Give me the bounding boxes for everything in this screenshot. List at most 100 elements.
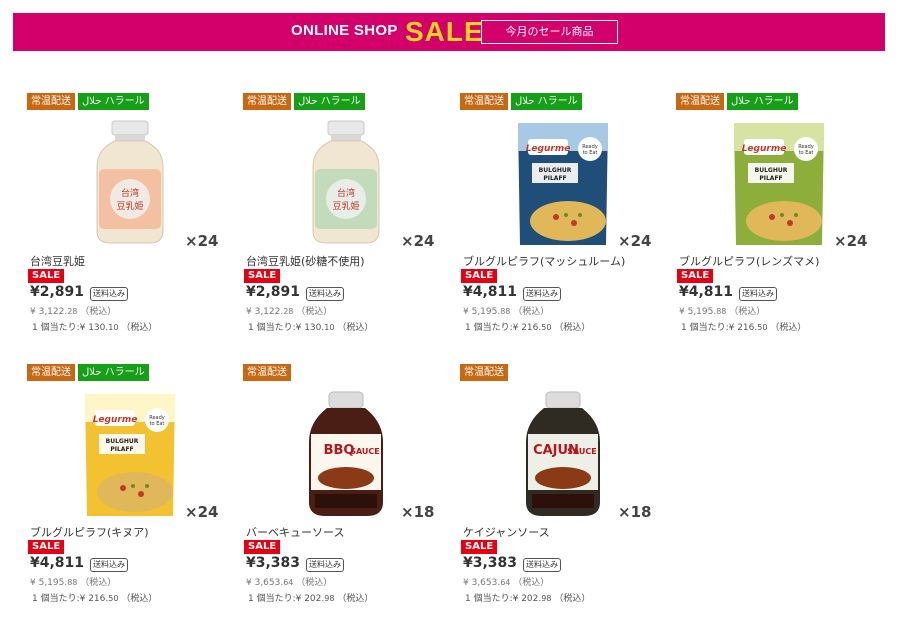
shipping-included-badge: 送料込み <box>523 558 561 572</box>
tax-included-label: （税込） <box>121 594 158 604</box>
online-shop-label: ONLINE SHOP <box>291 22 398 39</box>
product-tags: 常温配送 حلال ハラール <box>676 93 798 111</box>
svg-text:Legurme: Legurme <box>742 144 787 154</box>
quantity-label: ×18 <box>401 503 435 521</box>
product-card[interactable]: 常温配送 CAJUN SAUCE ×18 ケイジャンソース SALE ¥3,383 送料… <box>460 364 665 604</box>
product-name[interactable]: ブルグルピラフ(キヌア) <box>30 524 149 540</box>
tax-included-label: （税込） <box>729 307 766 317</box>
unit-price-decimal: 10 <box>108 323 119 332</box>
product-tags: 常温配送 <box>243 364 291 382</box>
product-card[interactable]: 常温配送 BBQ SAUCE ×18 バーベキューソース SALE ¥3,383 送料込… <box>243 364 448 604</box>
unit-price-main: 1 個当たり:¥ 216. <box>32 594 109 604</box>
sale-title: SALE <box>405 16 484 47</box>
product-image[interactable]: CAJUN SAUCE <box>508 390 618 520</box>
product-tags: 常温配送 حلال ハラール <box>27 93 149 111</box>
svg-text:PILAFF: PILAFF <box>759 175 782 182</box>
unit-price: 1 個当たり:¥ 202.98 （税込） <box>248 591 373 604</box>
room-temp-shipping-tag: 常温配送 <box>27 364 75 381</box>
product-image[interactable]: 台湾 豆乳姫 <box>291 119 401 249</box>
product-name[interactable]: ブルグルピラフ(マッシュルーム) <box>463 253 625 269</box>
svg-text:台湾: 台湾 <box>121 187 139 199</box>
product-tags: 常温配送 <box>460 364 508 382</box>
product-image[interactable]: BBQ SAUCE <box>291 390 401 520</box>
sale-badge: SALE <box>244 269 281 283</box>
unit-price: 1 個当たり:¥ 130.10 （税込） <box>32 320 157 333</box>
original-price-decimal: 64 <box>500 578 511 587</box>
unit-price-main: 1 個当たり:¥ 130. <box>248 323 325 333</box>
quantity-label: ×24 <box>618 232 652 250</box>
product-name[interactable]: ケイジャンソース <box>463 524 550 540</box>
product-tags: 常温配送 حلال ハラール <box>27 364 149 382</box>
original-price-main: ¥ 3,653. <box>463 578 501 588</box>
product-card[interactable]: 常温配送 حلال ハラール 台湾 豆乳姫 ×24 台湾豆乳姫(砂糖不使用) SALE… <box>243 93 448 333</box>
product-card[interactable]: 常温配送 حلال ハラール 台湾 豆乳姫 ×24 台湾豆乳姫 SALE ¥2,891 送… <box>27 93 232 333</box>
sale-price: ¥4,811 <box>679 284 734 300</box>
unit-price-decimal: 50 <box>541 323 552 332</box>
shipping-included-badge: 送料込み <box>523 287 561 301</box>
product-name[interactable]: ブルグルピラフ(レンズマメ) <box>679 253 819 269</box>
svg-text:豆乳姫: 豆乳姫 <box>332 200 359 212</box>
tax-included-label: （税込） <box>554 594 591 604</box>
svg-text:SAUCE: SAUCE <box>567 447 597 456</box>
sale-price: ¥2,891 <box>30 284 85 300</box>
product-name[interactable]: 台湾豆乳姫(砂糖不使用) <box>246 253 365 269</box>
sale-badge: SALE <box>28 269 65 283</box>
unit-price: 1 個当たり:¥ 216.50 （税込） <box>681 320 806 333</box>
product-tags: 常温配送 حلال ハラール <box>460 93 582 111</box>
original-price-decimal: 64 <box>283 578 294 587</box>
original-price: ¥ 3,653.64 （税込） <box>246 575 332 588</box>
original-price-main: ¥ 5,195. <box>679 307 717 317</box>
tax-included-label: （税込） <box>770 323 807 333</box>
halal-tag: حلال ハラール <box>78 364 149 381</box>
unit-price: 1 個当たり:¥ 130.10 （税込） <box>248 320 373 333</box>
original-price: ¥ 3,122.28 （税込） <box>30 304 116 317</box>
unit-price-decimal: 98 <box>324 594 335 603</box>
tax-included-label: （税込） <box>513 307 550 317</box>
monthly-sale-box[interactable]: 今月のセール商品 <box>481 20 618 44</box>
halal-tag: حلال ハラール <box>727 93 798 110</box>
product-card[interactable]: 常温配送 حلال ハラール Legurme Ready to Eat BULGH… <box>27 364 232 604</box>
room-temp-shipping-tag: 常温配送 <box>460 93 508 110</box>
quantity-label: ×24 <box>185 503 219 521</box>
sale-price: ¥4,811 <box>30 555 85 571</box>
unit-price-main: 1 個当たり:¥ 202. <box>248 594 325 604</box>
svg-text:to Eat: to Eat <box>583 150 598 156</box>
shipping-included-badge: 送料込み <box>739 287 777 301</box>
tax-included-label: （税込） <box>337 594 374 604</box>
product-image[interactable]: Legurme Ready to Eat BULGHUR PILAFF <box>508 119 618 249</box>
sale-badge: SALE <box>28 540 65 554</box>
svg-text:PILAFF: PILAFF <box>110 446 133 453</box>
original-price-decimal: 88 <box>500 307 511 316</box>
svg-text:Legurme: Legurme <box>93 415 138 425</box>
unit-price-decimal: 10 <box>324 323 335 332</box>
product-tags: 常温配送 حلال ハラール <box>243 93 365 111</box>
svg-text:SAUCE: SAUCE <box>350 447 380 456</box>
halal-tag: حلال ハラール <box>294 93 365 110</box>
svg-text:to Eat: to Eat <box>150 421 165 427</box>
sale-badge: SALE <box>461 269 498 283</box>
svg-text:to Eat: to Eat <box>799 150 814 156</box>
product-card[interactable]: 常温配送 حلال ハラール Legurme Ready to Eat BULGH… <box>460 93 665 333</box>
svg-text:PILAFF: PILAFF <box>543 175 566 182</box>
unit-price-decimal: 50 <box>108 594 119 603</box>
tax-included-label: （税込） <box>337 323 374 333</box>
unit-price-main: 1 個当たり:¥ 216. <box>465 323 542 333</box>
product-image[interactable]: Legurme Ready to Eat BULGHUR PILAFF <box>75 390 185 520</box>
svg-text:BULGHUR: BULGHUR <box>539 167 572 174</box>
original-price-decimal: 28 <box>67 307 78 316</box>
original-price: ¥ 3,653.64 （税込） <box>463 575 549 588</box>
unit-price-decimal: 50 <box>757 323 768 332</box>
product-card[interactable]: 常温配送 حلال ハラール Legurme Ready to Eat BULGH… <box>676 93 881 333</box>
product-image[interactable]: 台湾 豆乳姫 <box>75 119 185 249</box>
sale-price: ¥4,811 <box>463 284 518 300</box>
original-price-decimal: 88 <box>716 307 727 316</box>
product-name[interactable]: バーベキューソース <box>246 524 344 540</box>
product-name[interactable]: 台湾豆乳姫 <box>30 253 85 269</box>
original-price-decimal: 88 <box>67 578 78 587</box>
quantity-label: ×24 <box>401 232 435 250</box>
sale-badge: SALE <box>244 540 281 554</box>
room-temp-shipping-tag: 常温配送 <box>27 93 75 110</box>
tax-included-label: （税込） <box>121 323 158 333</box>
product-image[interactable]: Legurme Ready to Eat BULGHUR PILAFF <box>724 119 834 249</box>
room-temp-shipping-tag: 常温配送 <box>676 93 724 110</box>
